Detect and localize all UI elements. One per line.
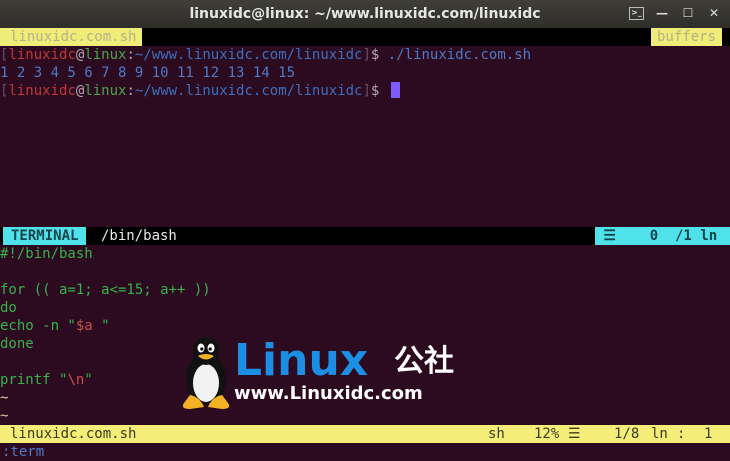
prompt-path: ~/www.linuxidc.com/linuxidc bbox=[134, 83, 363, 99]
title-bar: linuxidc@linux: ~/www.linuxidc.com/linux… bbox=[0, 0, 730, 28]
prompt-dollar: $ bbox=[370, 83, 388, 99]
prompt-user: linuxidc bbox=[8, 83, 76, 99]
tab-linuxidc-sh[interactable]: linuxidc.com.sh bbox=[0, 28, 143, 46]
prompt-host: linux bbox=[84, 83, 127, 99]
terminal-status-bar: TERMINAL /bin/bash ☰ 0 /1 ln bbox=[0, 227, 730, 245]
minimize-icon[interactable]: — bbox=[654, 5, 670, 21]
prompt-dollar: $ bbox=[370, 47, 388, 63]
terminal-position-indicator: ☰ 0 /1 ln bbox=[595, 227, 730, 245]
prompt-path: ~/www.linuxidc.com/linuxidc bbox=[134, 47, 363, 63]
status-filename: linuxidc.com.sh bbox=[10, 426, 137, 442]
code-string-end: " bbox=[84, 372, 93, 388]
prompt-host: linux bbox=[84, 47, 127, 63]
watermark-url: www.Linuxidc.com bbox=[234, 383, 423, 404]
watermark-brand-cn: 公社 bbox=[394, 344, 454, 379]
status-lines-icon: ☰ bbox=[568, 426, 581, 442]
code-escape: \n bbox=[67, 372, 85, 388]
status-position: 1/8 bbox=[614, 426, 640, 442]
linuxidc-watermark: Linux 公社 www.Linuxidc.com bbox=[176, 335, 476, 415]
watermark-brand: Linux bbox=[234, 335, 369, 386]
tux-penguin-icon bbox=[182, 337, 230, 409]
buffers-label[interactable]: buffers bbox=[650, 28, 722, 46]
maximize-icon[interactable]: ☐ bbox=[680, 5, 696, 21]
terminal-buffer-name: /bin/bash bbox=[101, 228, 177, 244]
prompt-bracket-close: ] bbox=[362, 47, 371, 63]
terminal-prompt-line-1: [linuxidc@linux:~/www.linuxidc.com/linux… bbox=[0, 46, 531, 64]
code-line-5[interactable]: echo -n "$a " bbox=[0, 317, 110, 335]
window-controls: >_ — ☐ ✕ bbox=[629, 5, 722, 21]
vim-tabline: linuxidc.com.sh buffers bbox=[0, 28, 730, 46]
code-variable: $a bbox=[75, 318, 93, 334]
close-icon[interactable]: ✕ bbox=[706, 5, 722, 21]
empty-line-marker: ~ bbox=[0, 408, 9, 424]
status-filetype: sh bbox=[488, 426, 505, 442]
status-col-sep: : bbox=[677, 426, 686, 442]
status-col: 1 bbox=[704, 426, 713, 442]
code-printf: printf " bbox=[0, 372, 68, 388]
code-string-end: " bbox=[92, 318, 110, 334]
vim-command-line[interactable]: :term bbox=[2, 443, 44, 461]
terminal-window: linuxidc@linux: ~/www.linuxidc.com/linux… bbox=[0, 0, 730, 461]
prompt-colon: : bbox=[126, 83, 135, 99]
terminal-prompt-line-2[interactable]: [linuxidc@linux:~/www.linuxidc.com/linux… bbox=[0, 82, 400, 100]
code-echo: echo -n " bbox=[0, 318, 76, 334]
prompt-user: linuxidc bbox=[8, 47, 76, 63]
terminal-cursor bbox=[390, 82, 400, 98]
prompt-colon: : bbox=[126, 47, 135, 63]
executed-command: ./linuxidc.com.sh bbox=[387, 47, 532, 63]
status-percent: 12% bbox=[534, 426, 560, 442]
editor-status-bar: linuxidc.com.sh sh 12% ☰ 1/8 ln : 1 bbox=[0, 425, 730, 443]
code-line-1[interactable]: #!/bin/bash bbox=[0, 245, 93, 263]
window-title: linuxidc@linux: ~/www.linuxidc.com/linux… bbox=[189, 6, 541, 22]
code-line-6[interactable]: done bbox=[0, 335, 34, 353]
code-line-4[interactable]: do bbox=[0, 299, 17, 317]
terminal-mode-indicator: TERMINAL bbox=[3, 227, 87, 245]
script-output: 1 2 3 4 5 6 7 8 9 10 11 12 13 14 15 bbox=[0, 65, 296, 81]
status-ln-label: ln bbox=[651, 426, 668, 442]
prompt-bracket-close: ] bbox=[362, 83, 371, 99]
code-line-3[interactable]: for (( a=1; a<=15; a++ )) bbox=[0, 281, 211, 299]
code-line-8[interactable]: printf "\n" bbox=[0, 371, 93, 389]
empty-line-marker: ~ bbox=[0, 390, 9, 406]
terminal-menu-icon[interactable]: >_ bbox=[629, 7, 644, 20]
